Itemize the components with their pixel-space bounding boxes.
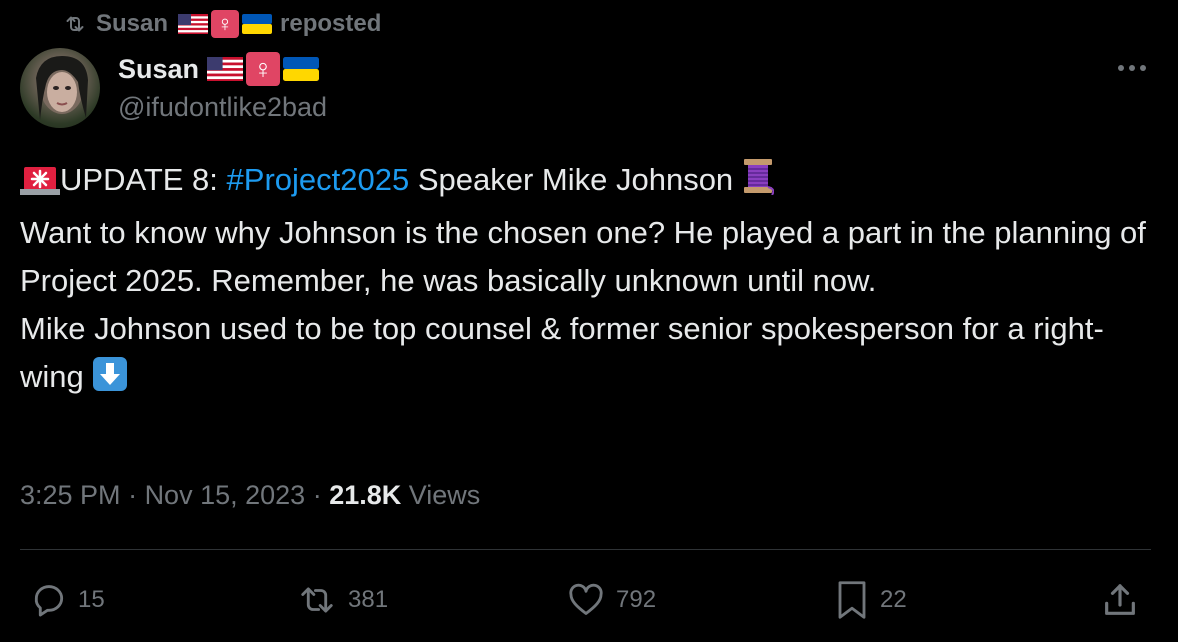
views-count[interactable]: 21.8K [329,480,401,511]
tweet-paragraph3-text: Mike Johnson used to be top counsel & fo… [20,311,1104,394]
avatar-photo [36,56,88,120]
avatar[interactable] [20,48,100,128]
reply-button[interactable]: 15 [30,578,105,622]
repost-label: reposted [280,10,382,37]
female-sign-icon: ♀ [211,10,240,38]
down-arrow-emoji-icon [92,356,128,406]
repost-count: 381 [348,586,389,613]
author-handle[interactable]: @ifudontlike2bad [118,92,327,123]
repost-user-name: Susan [96,10,169,37]
thread-spool-emoji-icon [742,157,775,209]
tweet-text: UPDATE 8: #Project2025 Speaker Mike John… [20,156,1160,406]
tweet-line-1: UPDATE 8: #Project2025 Speaker Mike John… [20,156,1160,209]
repost-user-link[interactable]: Susan [96,10,168,38]
author-badges: ♀ [207,52,320,86]
author-name: Susan [118,53,200,84]
like-count: 792 [616,586,657,613]
like-button[interactable]: 792 [566,578,656,622]
meta-separator: · [120,480,145,510]
views-label: Views [401,480,481,510]
tweet-line1-prefix: UPDATE 8: [60,162,227,197]
repost-header: Susan ♀ reposted [62,8,381,40]
reply-count: 15 [78,586,105,613]
share-icon [1105,584,1135,615]
bookmark-icon [838,581,866,619]
tweet-date[interactable]: Nov 15, 2023 [145,480,306,511]
ukraine-flag-icon [283,57,320,81]
repost-user-badges: ♀ [178,10,273,38]
reply-icon [34,585,64,617]
tweet-paragraph-3: Mike Johnson used to be top counsel & fo… [20,305,1160,406]
repost-icon [301,587,333,613]
meta-separator: · [305,480,330,510]
share-button[interactable] [1100,578,1140,622]
tweet-line1-suffix: Speaker Mike Johnson [409,162,734,197]
tweet-time[interactable]: 3:25 PM [20,480,121,511]
hashtag-link[interactable]: #Project2025 [227,162,410,197]
divider [20,549,1151,550]
bookmark-button[interactable]: 22 [834,578,907,622]
tweet-meta: 3:25 PM · Nov 15, 2023 · 21.8K Views [20,480,480,511]
author-name-row[interactable]: Susan ♀ [118,52,320,86]
us-flag-icon [178,14,209,34]
us-flag-icon [207,57,244,81]
female-sign-icon: ♀ [246,52,281,86]
tweet-paragraph-2: Want to know why Johnson is the chosen o… [20,215,1146,298]
action-bar: 15 381 792 22 [0,578,1178,622]
repost-icon [62,12,88,36]
repost-button[interactable]: 381 [296,578,388,622]
bookmark-count: 22 [880,586,907,613]
more-options-button[interactable] [1112,54,1152,82]
siren-emoji-icon [20,161,60,209]
heart-icon [569,583,603,615]
more-icon [1118,65,1146,71]
ukraine-flag-icon [242,14,273,34]
